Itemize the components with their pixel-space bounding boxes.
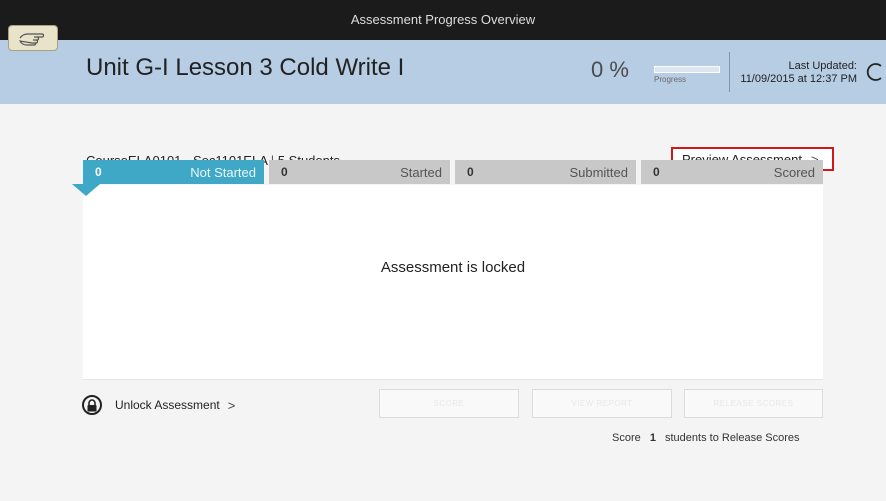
last-updated-label: Last Updated: (788, 60, 858, 72)
progress-bar (654, 66, 720, 73)
progress-label: Progress (654, 75, 687, 84)
view-report-button-label: VIEW REPORT (571, 399, 633, 408)
lock-icon (82, 395, 102, 415)
view-report-button[interactable]: VIEW REPORT (532, 389, 672, 418)
assessment-header: Unit G-I Lesson 3 Cold Write I 0 % Progr… (0, 40, 886, 104)
tab-label: Scored (773, 164, 815, 180)
tab-scored[interactable]: 0 Scored (641, 160, 823, 184)
window-title: Assessment Progress Overview (350, 12, 536, 27)
tab-count: 0 (653, 165, 660, 179)
header-divider (729, 52, 730, 92)
tab-submitted[interactable]: 0 Submitted (455, 160, 636, 184)
tab-started[interactable]: 0 Started (269, 160, 450, 184)
page-title: Unit G-I Lesson 3 Cold Write I (86, 54, 405, 81)
tab-count: 0 (467, 165, 474, 179)
tab-count: 0 (95, 165, 102, 179)
hand-pointer-button[interactable] (8, 25, 58, 51)
refresh-button[interactable] (864, 60, 884, 89)
release-scores-button-label: RELEASE SCORES (713, 399, 794, 408)
score-button[interactable]: SCORE (379, 389, 519, 418)
chevron-right-icon: > (227, 397, 236, 413)
title-bar: Assessment Progress Overview (0, 0, 886, 40)
score-note: Score 1 students to Release Scores (612, 432, 800, 444)
refresh-icon (866, 63, 882, 81)
unlock-assessment-label: Unlock Assessment (115, 398, 220, 412)
last-updated-value: 11/09/2015 at 12:37 PM (740, 73, 857, 85)
hand-pointer-icon (18, 33, 45, 46)
unlock-assessment-button[interactable]: Unlock Assessment > (82, 395, 235, 415)
tab-count: 0 (281, 165, 288, 179)
score-note-count: 1 (649, 432, 656, 444)
score-note-suffix: students to Release Scores (665, 432, 800, 444)
student-list-panel: Assessment is locked (83, 185, 823, 380)
release-scores-button[interactable]: RELEASE SCORES (684, 389, 823, 418)
tab-label: Submitted (569, 164, 628, 180)
last-updated: Last Updated: 11/09/2015 at 12:37 PM (740, 60, 857, 86)
score-note-prefix: Score (612, 432, 641, 444)
tab-label: Started (400, 164, 442, 180)
score-button-label: SCORE (433, 399, 465, 408)
tab-not-started[interactable]: 0 Not Started (83, 160, 264, 184)
active-tab-pointer (72, 184, 100, 196)
tab-label: Not Started (190, 164, 256, 180)
locked-message: Assessment is locked (380, 259, 526, 276)
progress-percent: 0 % (591, 57, 629, 82)
